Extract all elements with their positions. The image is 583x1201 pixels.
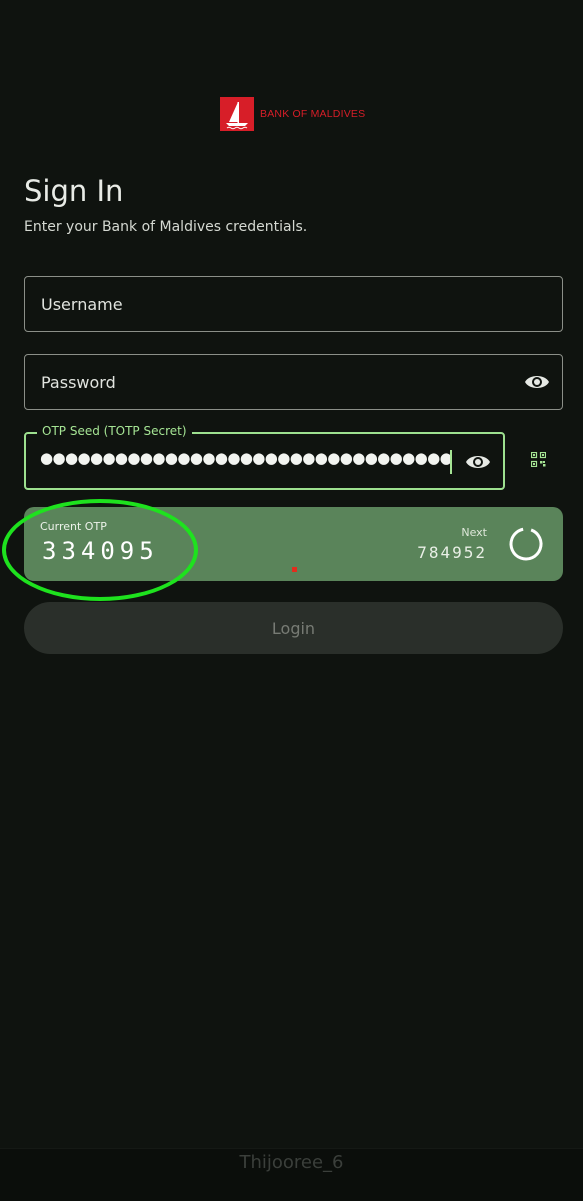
watermark-text: Thijooree_6	[239, 1152, 344, 1173]
page-title: Sign In	[24, 174, 124, 208]
next-otp-label: Next	[461, 526, 487, 539]
otp-seed-value[interactable]: ●●●●●●●●●●●●●●●●●●●●●●●●●●●●●●●●●●●●●●●●…	[40, 449, 450, 467]
eye-icon[interactable]	[524, 371, 550, 393]
otp-seed-label: OTP Seed (TOTP Secret)	[37, 424, 192, 438]
highlight-circle	[2, 499, 198, 601]
qr-code-icon[interactable]	[530, 451, 547, 468]
eye-icon[interactable]	[465, 451, 491, 473]
next-otp-code: 784952	[417, 543, 487, 562]
boat-logo-icon	[220, 97, 254, 131]
bank-name: BANK OF MALDIVES	[260, 108, 366, 120]
countdown-ring-icon	[509, 527, 543, 561]
username-field[interactable]	[24, 276, 563, 332]
page-subtitle: Enter your Bank of Maldives credentials.	[24, 219, 308, 235]
bank-logo: BANK OF MALDIVES	[220, 97, 365, 131]
otp-seed-field[interactable]: OTP Seed (TOTP Secret) ●●●●●●●●●●●●●●●●●…	[24, 424, 505, 490]
text-cursor	[450, 450, 452, 474]
password-field[interactable]	[24, 354, 563, 410]
touch-indicator	[292, 567, 297, 572]
password-input[interactable]	[25, 355, 562, 409]
username-input[interactable]	[25, 277, 562, 331]
login-button[interactable]: Login	[24, 602, 563, 654]
